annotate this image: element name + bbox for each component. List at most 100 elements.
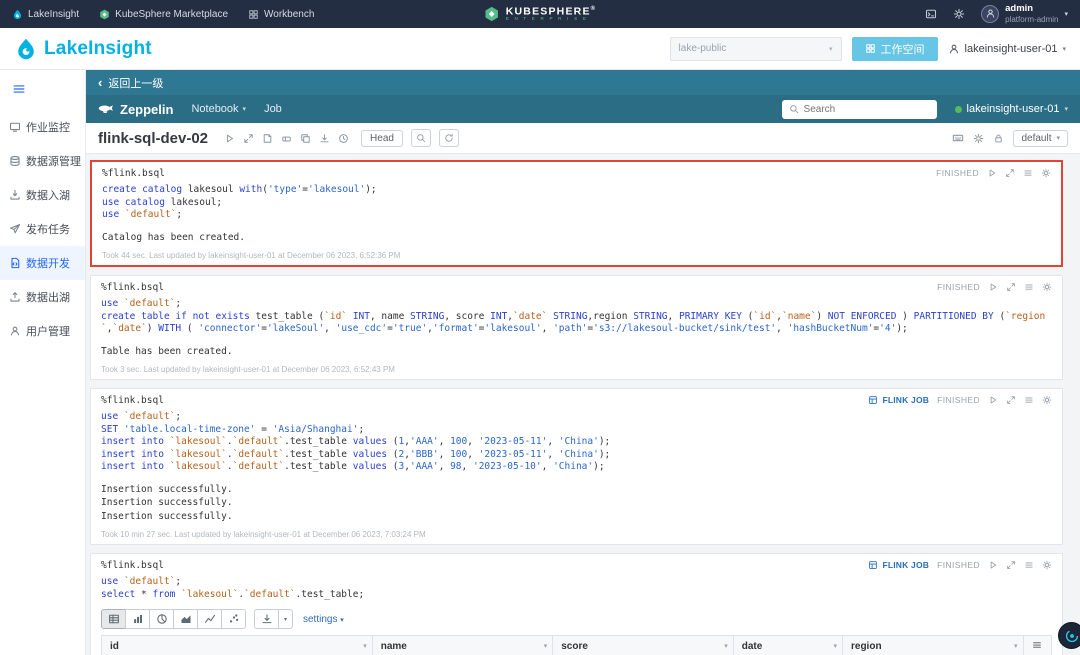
sidebar-item-data-inflow[interactable]: 数据入湖 (0, 178, 85, 212)
table-menu-icon (1032, 640, 1042, 650)
chevron-down-icon: ▾ (283, 616, 287, 623)
column-sort-icon[interactable]: ▾ (1014, 642, 1018, 650)
kubesphere-icon (99, 9, 110, 20)
column-sort-icon[interactable]: ▾ (363, 642, 367, 650)
run-paragraph-icon[interactable] (988, 560, 998, 570)
paragraph-status: FINISHED (937, 282, 980, 293)
column-header-date[interactable]: date ▾ (732, 635, 844, 655)
sidebar-item-job-monitor[interactable]: 作业监控 (0, 110, 85, 144)
run-all-icon[interactable] (224, 133, 235, 144)
expand-paragraph-icon[interactable] (1006, 395, 1016, 405)
line-chart-button[interactable] (197, 609, 222, 630)
column-sort-icon[interactable]: ▾ (724, 642, 728, 650)
paragraph-output: Insertion successfully. Insertion success… (101, 483, 233, 522)
column-header-region[interactable]: region ▾ (842, 635, 1024, 655)
version-head-button[interactable]: Head (361, 129, 403, 147)
code-editor[interactable]: use `default`; SET 'table.local-time-zone… (101, 411, 1052, 474)
account-menu[interactable]: admin platform-admin ▾ (981, 2, 1068, 24)
sidebar-item-user-mgmt[interactable]: 用户管理 (0, 314, 85, 348)
search-input[interactable] (803, 103, 930, 115)
bar-chart-button[interactable] (125, 609, 150, 630)
column-sort-icon[interactable]: ▾ (544, 642, 548, 650)
menu-job[interactable]: Job (264, 103, 282, 115)
scatter-chart-button[interactable] (221, 609, 246, 630)
keyboard-shortcuts-icon[interactable] (952, 132, 964, 144)
export-note-icon[interactable] (319, 133, 330, 144)
kubesphere-assistant-icon (1065, 629, 1079, 643)
column-header-name[interactable]: name ▾ (371, 635, 554, 655)
pie-chart-button[interactable] (149, 609, 174, 630)
hide-code-icon[interactable] (243, 133, 254, 144)
permissions-lock-icon[interactable] (993, 133, 1004, 144)
table-view-button[interactable] (101, 609, 126, 630)
topnav-kubesphere-marketplace[interactable]: KubeSphere Marketplace (99, 9, 228, 20)
toggle-editor-icon[interactable] (1023, 168, 1033, 178)
clear-output-icon[interactable] (281, 133, 292, 144)
collapse-sidebar-icon[interactable] (0, 78, 38, 110)
account-name: admin (1005, 2, 1034, 14)
search-box[interactable] (781, 99, 937, 119)
user-menu[interactable]: lakeinsight-user-01 ▾ (948, 43, 1066, 55)
zeppelin-brand[interactable]: Zeppelin (98, 101, 173, 117)
topnav-lakeinsight[interactable]: LakeInsight (12, 9, 79, 20)
run-paragraph-icon[interactable] (988, 282, 998, 292)
toggle-editor-icon[interactable] (1024, 282, 1034, 292)
toggle-editor-icon[interactable] (1024, 395, 1034, 405)
revert-note-button[interactable] (438, 129, 459, 147)
expand-paragraph-icon[interactable] (1006, 282, 1016, 292)
flink-job-link[interactable]: FLINK JOB (868, 560, 929, 570)
content-area: ‹ 返回上一级 Zeppelin Notebook▾ Job lakeinsig… (86, 70, 1080, 655)
workspace-button[interactable]: 工作空间 (851, 36, 938, 61)
menu-notebook[interactable]: Notebook ▾ (191, 103, 246, 115)
column-sort-icon[interactable]: ▾ (833, 642, 837, 650)
terminal-icon[interactable] (925, 8, 937, 20)
paragraph-status: FINISHED (937, 395, 980, 406)
flink-job-link[interactable]: FLINK JOB (868, 395, 929, 405)
clone-note-icon[interactable] (300, 133, 311, 144)
chevron-down-icon: ▾ (1056, 135, 1060, 142)
expand-paragraph-icon[interactable] (1006, 560, 1016, 570)
schedule-icon[interactable] (338, 133, 349, 144)
paragraph-4[interactable]: %flink.bsql FLINK JOB FINISHED use `default… (90, 553, 1063, 655)
interpreter-gear-icon[interactable] (973, 133, 984, 144)
hide-output-icon[interactable] (262, 133, 273, 144)
area-chart-button[interactable] (173, 609, 198, 630)
run-paragraph-icon[interactable] (987, 168, 997, 178)
back-label: 返回上一级 (108, 77, 164, 90)
paragraph-3[interactable]: %flink.bsql FLINK JOB FINISHED use `default… (90, 388, 1063, 546)
download-button[interactable] (254, 609, 279, 630)
sidebar-item-datasource[interactable]: 数据源管理 (0, 144, 85, 178)
paragraph-settings-icon[interactable] (1041, 168, 1051, 178)
sidebar-item-data-outflow[interactable]: 数据出湖 (0, 280, 85, 314)
back-bar[interactable]: ‹ 返回上一级 (86, 70, 1080, 95)
display-mode-button[interactable]: default ▾ (1013, 129, 1068, 147)
paragraph-1[interactable]: %flink.bsql FINISHED create catalog lakeso… (90, 160, 1063, 268)
sidebar-item-publish-task[interactable]: 发布任务 (0, 212, 85, 246)
code-editor[interactable]: use `default`; create table if not exists… (101, 298, 1052, 336)
workspace-select[interactable]: lake-public ▾ (669, 36, 842, 61)
download-options-button[interactable]: ▾ (278, 609, 293, 630)
gear-icon[interactable] (953, 8, 965, 20)
lakeinsight-brand[interactable]: LakeInsight (14, 37, 152, 61)
assistant-fab[interactable] (1058, 622, 1080, 649)
table-menu-button[interactable] (1022, 635, 1052, 655)
zeppelin-user-menu[interactable]: lakeinsight-user-01 ▾ (954, 103, 1068, 115)
paragraph-settings-icon[interactable] (1042, 560, 1052, 570)
topnav-workbench[interactable]: Workbench (248, 9, 314, 20)
paragraph-settings-icon[interactable] (1042, 282, 1052, 292)
column-header-id[interactable]: id ▾ (101, 635, 373, 655)
search-note-button[interactable] (410, 129, 431, 147)
paragraph-2[interactable]: %flink.bsql FINISHED use `default`; create … (90, 275, 1063, 381)
toggle-editor-icon[interactable] (1024, 560, 1034, 570)
paragraph-controls: FINISHED (936, 168, 1051, 178)
run-paragraph-icon[interactable] (988, 395, 998, 405)
column-header-score[interactable]: score ▾ (552, 635, 734, 655)
settings-toggle[interactable]: settings ▾ (303, 614, 344, 625)
expand-paragraph-icon[interactable] (1005, 168, 1015, 178)
brand-title: LakeInsight (44, 37, 152, 59)
sidebar-item-label: 作业监控 (26, 122, 70, 134)
sidebar-item-data-dev[interactable]: 数据开发 (0, 246, 85, 280)
code-editor[interactable]: create catalog lakesoul with('type'='lak… (102, 184, 1051, 222)
paragraph-settings-icon[interactable] (1042, 395, 1052, 405)
code-editor[interactable]: use `default`; select * from `lakesoul`.`… (101, 576, 1052, 601)
